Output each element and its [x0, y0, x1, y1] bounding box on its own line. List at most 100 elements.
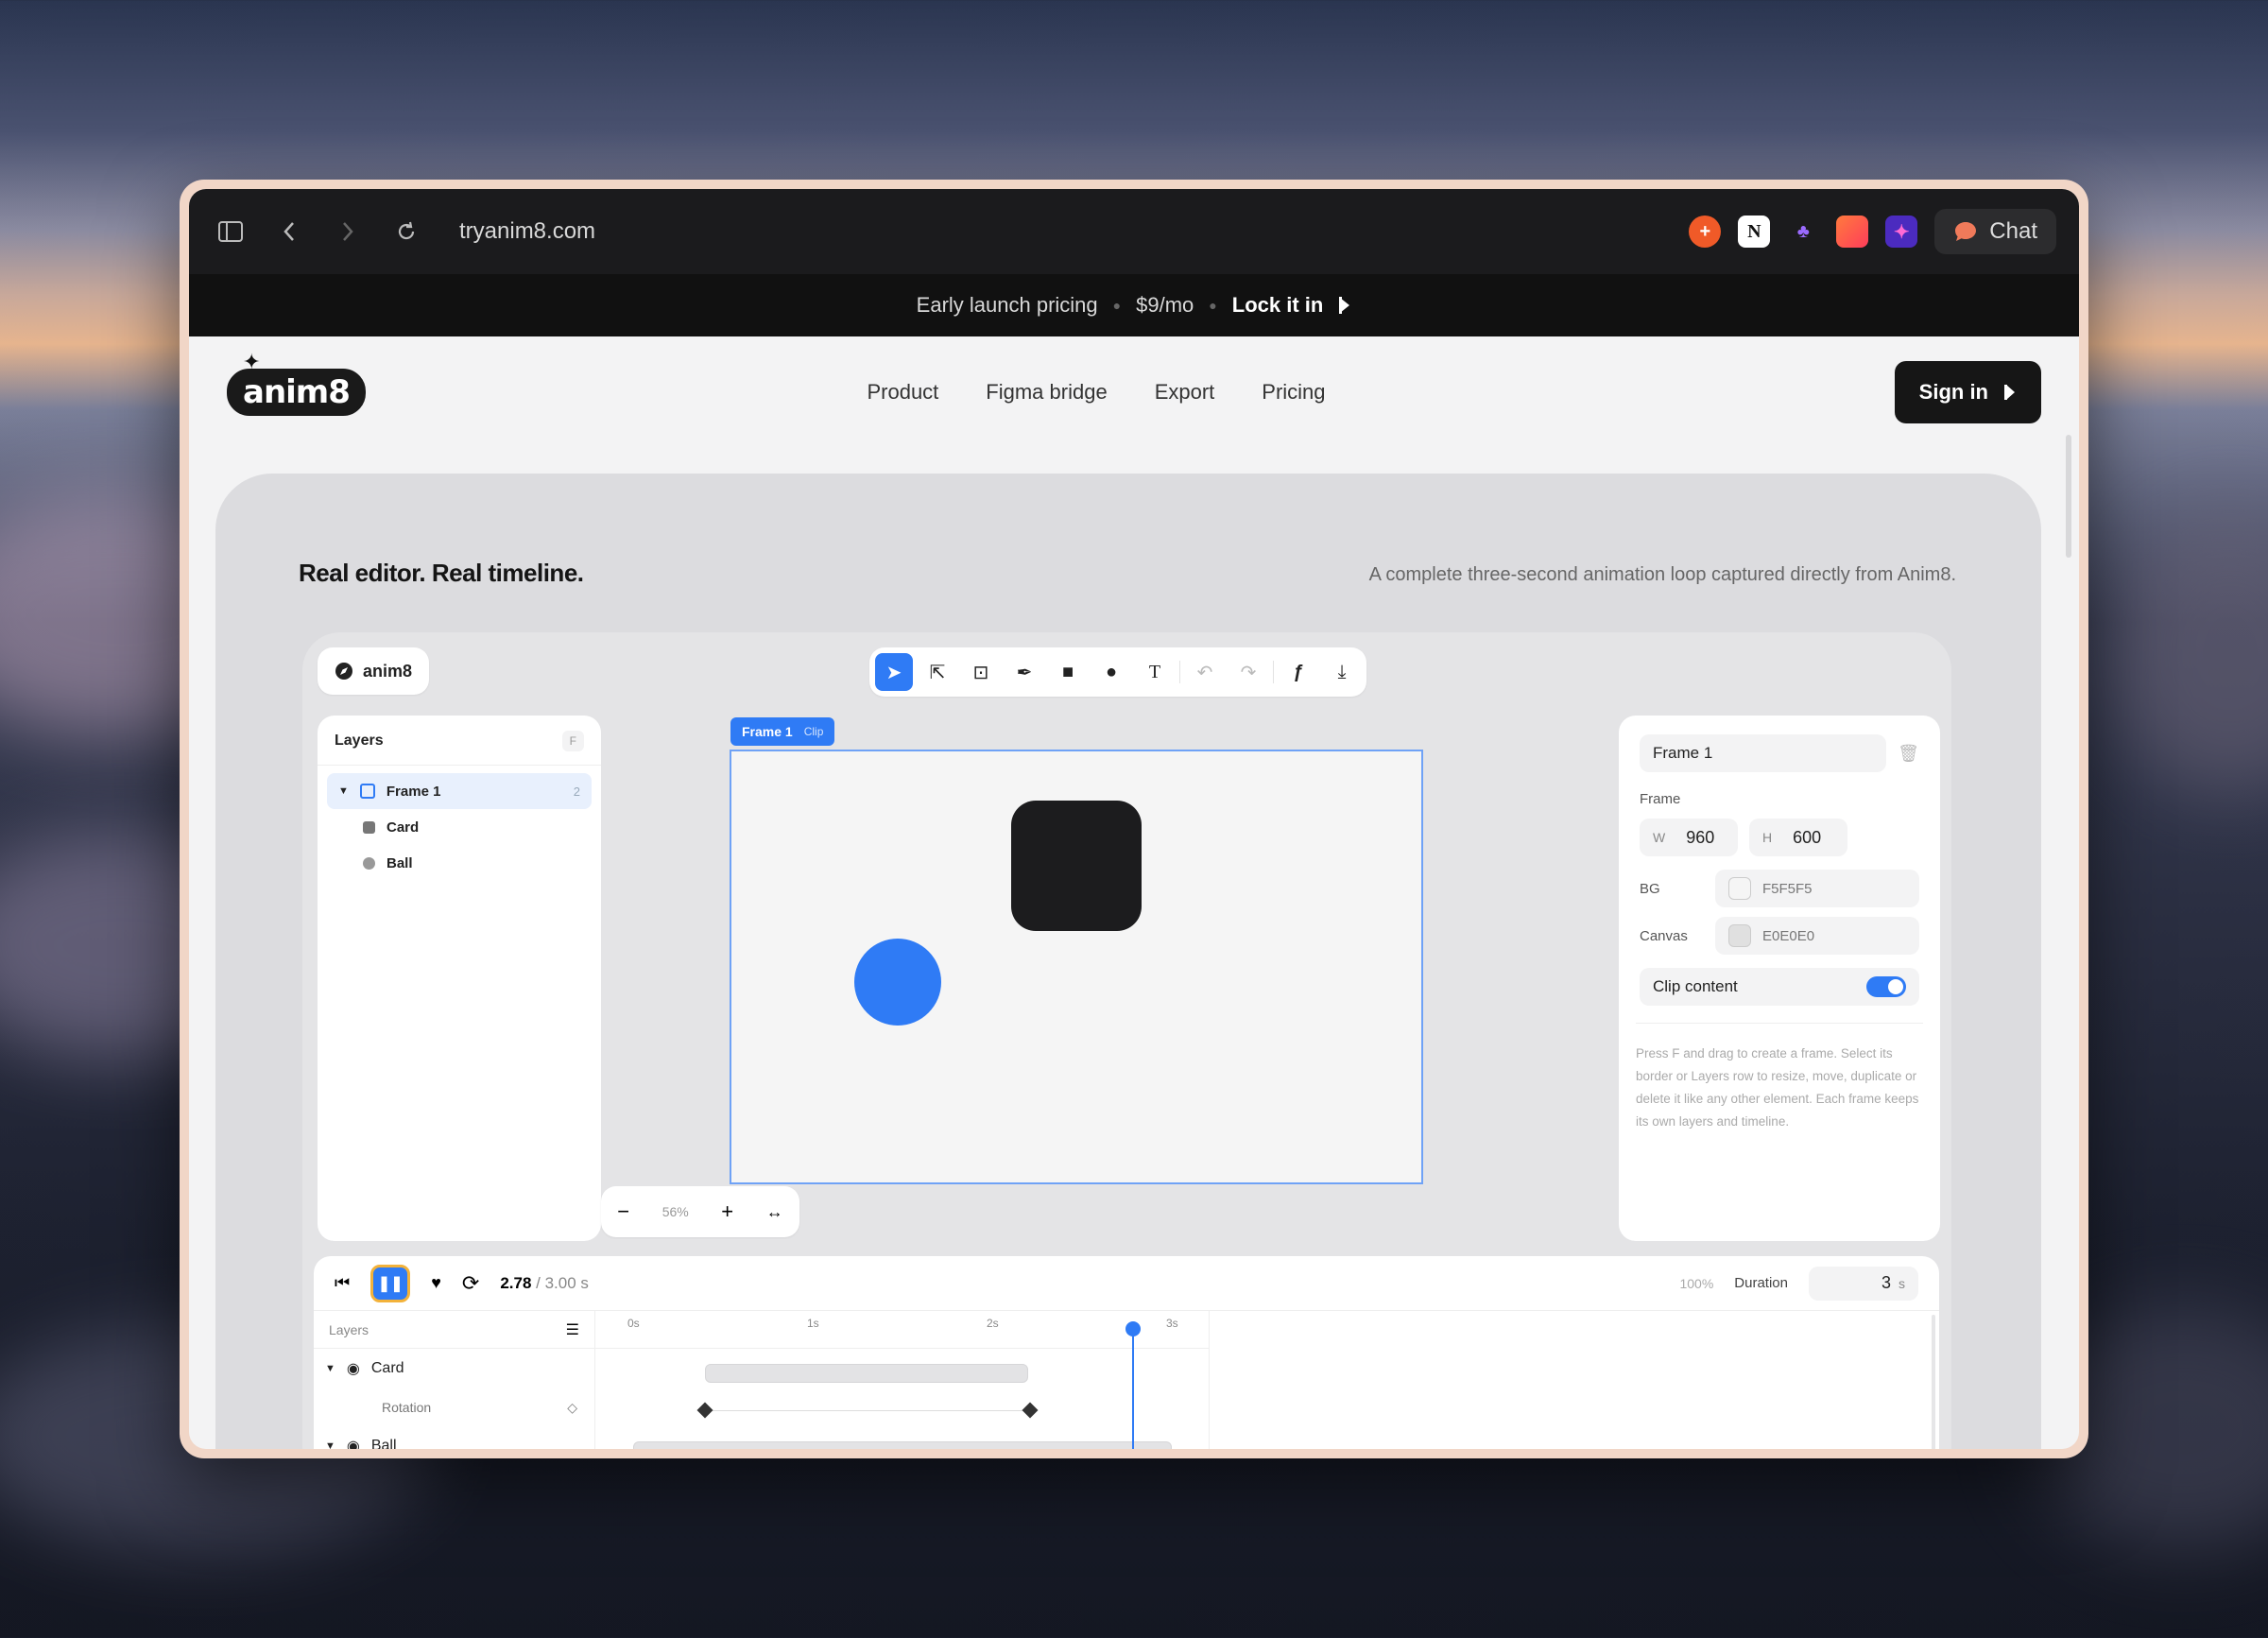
layers-title: Layers	[335, 733, 384, 749]
layer-row-frame[interactable]: ▼ Frame 1 2	[327, 773, 592, 809]
track-row-ball[interactable]: ▼ ◉ Ball	[314, 1426, 594, 1449]
page-scrollbar[interactable]	[2066, 435, 2071, 558]
height-field[interactable]: H 600	[1749, 819, 1847, 856]
rectangle-layer-icon	[363, 820, 375, 834]
redo-icon[interactable]: ↷	[1229, 653, 1267, 691]
promo-banner: Early launch pricing ● $9/mo ● Lock it i…	[189, 274, 2079, 336]
notion-icon[interactable]: N	[1738, 216, 1771, 248]
list-icon[interactable]: ☰	[566, 1320, 579, 1339]
orange-extension-icon[interactable]	[1836, 216, 1869, 248]
sidebar-toggle-icon[interactable]	[212, 213, 249, 250]
keyframe-marker[interactable]	[1022, 1402, 1039, 1419]
track-list: ▼ ◉ Card Rotation ◇ ▼ ◉ Ball	[314, 1349, 595, 1449]
fit-width-icon[interactable]: ↔	[766, 1202, 783, 1222]
nav-pricing[interactable]: Pricing	[1262, 380, 1325, 405]
text-tool-icon[interactable]: T	[1136, 653, 1174, 691]
frame-name-field[interactable]: Frame 1	[1640, 734, 1887, 772]
trash-icon[interactable]: 🗑	[1898, 744, 1919, 764]
frame-tag[interactable]: Frame 1 Clip	[730, 717, 835, 746]
pause-button[interactable]: ❚❚	[370, 1264, 411, 1302]
color-swatch	[1728, 924, 1751, 947]
tick-label: 2s	[987, 1317, 999, 1330]
undo-icon[interactable]: ↶	[1186, 653, 1224, 691]
duration-field[interactable]: 3 s	[1809, 1266, 1918, 1301]
keyframe-heart-icon[interactable]: ♥	[431, 1273, 441, 1293]
playhead[interactable]	[1125, 1321, 1142, 1449]
layer-count: 2	[573, 784, 580, 799]
skip-back-icon[interactable]: ⏮	[335, 1273, 350, 1293]
card-shape[interactable]	[1011, 801, 1142, 931]
nav-links: Product Figma bridge Export Pricing	[189, 336, 2079, 448]
ellipse-tool-icon[interactable]: ●	[1092, 653, 1130, 691]
tick-label: 3s	[1166, 1317, 1178, 1330]
keyframe-marker[interactable]	[696, 1402, 713, 1419]
hero-stage: Real editor. Real timeline. A complete t…	[215, 474, 2041, 1449]
select-tool-icon[interactable]: ➤	[875, 653, 913, 691]
direct-select-tool-icon[interactable]: ⇱	[919, 653, 956, 691]
hero-headline: Real editor. Real timeline.	[299, 559, 584, 587]
browser-window: tryanim8.com + N ♣ ✦ Chat Early launch p…	[180, 180, 2088, 1458]
browser-content: tryanim8.com + N ♣ ✦ Chat Early launch p…	[189, 189, 2079, 1449]
canvas-label: Canvas	[1640, 927, 1688, 944]
back-icon[interactable]	[270, 213, 308, 250]
violet-extension-icon[interactable]: ♣	[1787, 216, 1819, 248]
track-row-rotation[interactable]: Rotation ◇	[314, 1388, 594, 1426]
frame-section-label: Frame	[1640, 791, 1681, 807]
layer-row-card[interactable]: Card	[327, 809, 592, 845]
nav-figma-bridge[interactable]: Figma bridge	[986, 380, 1107, 405]
ball-shape[interactable]	[854, 939, 941, 1026]
zoom-level: 56%	[662, 1204, 689, 1219]
bg-color-field[interactable]: F5F5F5	[1715, 870, 1919, 907]
nav-export[interactable]: Export	[1155, 380, 1215, 405]
clip-content-row: Clip content	[1640, 968, 1919, 1006]
chat-bubble-icon	[1955, 222, 1977, 241]
download-icon[interactable]: ⤓	[1323, 653, 1361, 691]
lock-it-in-link[interactable]: Lock it in	[1232, 293, 1324, 318]
hero-subheadline: A complete three-second animation loop c…	[1368, 564, 1956, 585]
editor-preview: anim8 ➤ ⇱ ⊡ ✒ ■ ● T ↶ ↷ ƒ ⤓ Layers F ▼ F…	[302, 632, 1951, 1449]
caret-down-icon[interactable]: ▼	[325, 1440, 335, 1449]
eye-icon[interactable]: ◉	[347, 1437, 360, 1449]
frame-help-text: Press F and drag to create a frame. Sele…	[1636, 1023, 1923, 1133]
reload-icon[interactable]	[387, 213, 425, 250]
forward-icon[interactable]	[329, 213, 367, 250]
time-ruler: 0s 1s 2s 3s	[595, 1311, 1209, 1349]
canvas-color-field[interactable]: E0E0E0	[1715, 917, 1919, 955]
editor-brand[interactable]: anim8	[318, 647, 430, 695]
clip-content-toggle[interactable]	[1866, 976, 1906, 997]
tick-label: 0s	[627, 1317, 640, 1330]
ball-clip-bar[interactable]	[633, 1441, 1172, 1449]
layers-panel: Layers F ▼ Frame 1 2 Card Ball	[318, 716, 601, 1241]
timeline-panel: ⏮ ❚❚ ♥ ⟳ 2.78 / 3.00 s 100% Duration 3 s…	[314, 1256, 1939, 1449]
loop-icon[interactable]: ⟳	[462, 1271, 479, 1296]
eye-icon[interactable]: ◉	[347, 1359, 360, 1378]
playback-speed[interactable]: 100%	[1679, 1276, 1713, 1291]
timeline-controls: ⏮ ❚❚ ♥ ⟳ 2.78 / 3.00 s 100% Duration 3 s	[314, 1256, 1939, 1311]
properties-panel: Frame 1 🗑 Frame W 960 H 600 BG F5F5F5 Ca…	[1619, 716, 1940, 1241]
address-bar[interactable]: tryanim8.com	[459, 218, 595, 245]
keyframe-toggle-icon[interactable]: ◇	[567, 1400, 577, 1416]
color-swatch	[1728, 877, 1751, 900]
chat-button[interactable]: Chat	[1934, 209, 2056, 254]
nav-product[interactable]: Product	[867, 380, 938, 405]
track-row-card[interactable]: ▼ ◉ Card	[314, 1349, 594, 1388]
timeline-scrollbar[interactable]	[1932, 1315, 1935, 1449]
pen-tool-icon[interactable]: ✒	[1005, 653, 1043, 691]
canvas-frame[interactable]	[730, 750, 1423, 1184]
layer-row-ball[interactable]: Ball	[327, 845, 592, 881]
purple-extension-icon[interactable]: ✦	[1885, 216, 1918, 248]
frame-icon	[359, 784, 375, 799]
duration-label: Duration	[1734, 1275, 1788, 1291]
width-field[interactable]: W 960	[1640, 819, 1738, 856]
zoom-out-icon[interactable]: −	[617, 1199, 629, 1224]
plus-extension-icon[interactable]: +	[1689, 216, 1722, 248]
rectangle-tool-icon[interactable]: ■	[1049, 653, 1087, 691]
site-nav: ✦ anim8 Product Figma bridge Export Pric…	[189, 336, 2079, 448]
toolbar-divider	[1179, 661, 1180, 683]
card-clip-bar[interactable]	[705, 1364, 1028, 1383]
zoom-in-icon[interactable]: +	[721, 1199, 733, 1224]
caret-down-icon[interactable]: ▼	[338, 785, 349, 797]
caret-down-icon[interactable]: ▼	[325, 1363, 335, 1374]
frame-tool-icon[interactable]: ⊡	[962, 653, 1000, 691]
figma-icon[interactable]: ƒ	[1280, 653, 1317, 691]
